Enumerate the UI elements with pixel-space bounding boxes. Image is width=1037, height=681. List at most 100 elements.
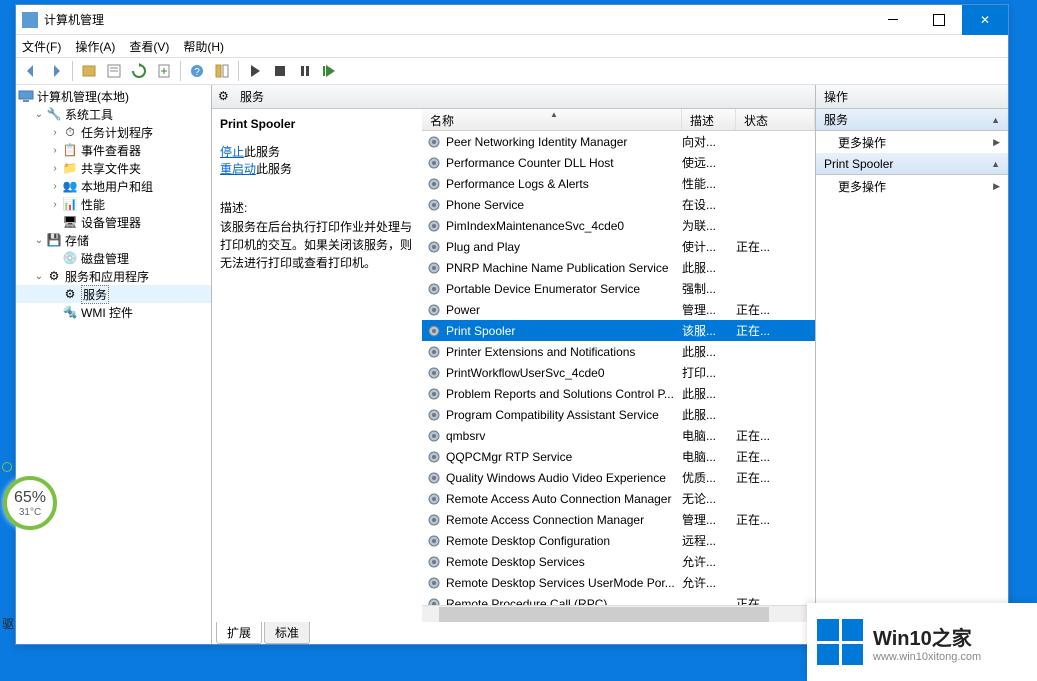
expand-icon[interactable]: › — [48, 163, 62, 174]
column-status[interactable]: 状态 — [736, 109, 815, 130]
service-row[interactable]: Performance Logs & Alerts性能... — [422, 173, 815, 194]
expand-icon[interactable]: › — [48, 181, 62, 192]
service-desc: 无论... — [682, 490, 736, 507]
gear-icon — [426, 449, 442, 465]
service-row[interactable]: Portable Device Enumerator Service强制... — [422, 278, 815, 299]
tree-system-tools[interactable]: ⌄🔧系统工具 — [16, 105, 211, 123]
service-row[interactable]: Remote Access Connection Manager管理...正在.… — [422, 509, 815, 530]
service-title: Print Spooler — [220, 117, 414, 131]
menu-view[interactable]: 查看(V) — [129, 38, 169, 55]
export-button[interactable] — [153, 60, 175, 82]
service-row[interactable]: Print Spooler该服...正在... — [422, 320, 815, 341]
service-row[interactable]: QQPCMgr RTP Service电脑...正在... — [422, 446, 815, 467]
service-name: Print Spooler — [446, 324, 515, 338]
service-row[interactable]: Remote Desktop Services UserMode Por...允… — [422, 572, 815, 593]
collapse-icon[interactable]: ⌄ — [32, 271, 46, 282]
tab-extended[interactable]: 扩展 — [216, 622, 262, 644]
stop-service-link[interactable]: 停止 — [220, 145, 244, 159]
service-row[interactable]: PimIndexMaintenanceSvc_4cde0为联... — [422, 215, 815, 236]
refresh-button[interactable] — [128, 60, 150, 82]
computer-management-window: 计算机管理 文件(F) 操作(A) 查看(V) 帮助(H) ? 计算机管理(本地… — [15, 4, 1009, 645]
tree-services-apps[interactable]: ⌄⚙服务和应用程序 — [16, 267, 211, 285]
service-row[interactable]: Program Compatibility Assistant Service此… — [422, 404, 815, 425]
scrollbar-thumb[interactable] — [439, 607, 769, 622]
service-name: Printer Extensions and Notifications — [446, 345, 635, 359]
list-body[interactable]: Peer Networking Identity Manager向对...Per… — [422, 131, 815, 605]
tab-standard[interactable]: 标准 — [264, 622, 310, 644]
share-icon: 📁 — [62, 160, 78, 176]
tree-pane[interactable]: 计算机管理(本地) ⌄🔧系统工具 ›⏱任务计划程序 ›📋事件查看器 ›📁共享文件… — [16, 85, 212, 644]
maximize-button[interactable] — [916, 5, 962, 35]
wmi-icon: 🔩 — [62, 304, 78, 320]
nav-back-button[interactable] — [20, 60, 42, 82]
service-row[interactable]: Printer Extensions and Notifications此服..… — [422, 341, 815, 362]
storage-icon: 💾 — [46, 232, 62, 248]
restart-service-link[interactable]: 重启动 — [220, 162, 256, 176]
service-row[interactable]: Remote Access Auto Connection Manager无论.… — [422, 488, 815, 509]
tree-event-viewer[interactable]: ›📋事件查看器 — [16, 141, 211, 159]
properties-button[interactable] — [103, 60, 125, 82]
gear-icon: ⚙ — [218, 89, 234, 105]
tree-local-users[interactable]: ›👥本地用户和组 — [16, 177, 211, 195]
gear-icon — [426, 596, 442, 606]
pause-service-button[interactable] — [294, 60, 316, 82]
restart-service-button[interactable] — [319, 60, 341, 82]
service-row[interactable]: Problem Reports and Solutions Control P.… — [422, 383, 815, 404]
collapse-icon[interactable]: ⌄ — [32, 109, 46, 120]
column-desc[interactable]: 描述 — [682, 109, 736, 130]
nav-forward-button[interactable] — [45, 60, 67, 82]
service-row[interactable]: Plug and Play使计...正在... — [422, 236, 815, 257]
expand-icon[interactable]: › — [48, 145, 62, 156]
actions-more-print-spooler[interactable]: 更多操作▶ — [816, 175, 1008, 197]
gear-icon — [426, 239, 442, 255]
menu-file[interactable]: 文件(F) — [22, 38, 61, 55]
menu-help[interactable]: 帮助(H) — [183, 38, 224, 55]
service-row[interactable]: Peer Networking Identity Manager向对... — [422, 131, 815, 152]
tree-task-scheduler[interactable]: ›⏱任务计划程序 — [16, 123, 211, 141]
service-row[interactable]: Performance Counter DLL Host使远... — [422, 152, 815, 173]
expand-icon[interactable]: › — [48, 127, 62, 138]
service-row[interactable]: Quality Windows Audio Video Experience优质… — [422, 467, 815, 488]
tree-disk-management[interactable]: 💿磁盘管理 — [16, 249, 211, 267]
start-service-button[interactable] — [244, 60, 266, 82]
service-row[interactable]: PNRP Machine Name Publication Service此服.… — [422, 257, 815, 278]
windows-logo-icon — [817, 619, 863, 665]
toolbar-separator — [180, 61, 181, 81]
expand-icon[interactable]: › — [48, 199, 62, 210]
toolbar-separator — [72, 61, 73, 81]
tree-performance[interactable]: ›📊性能 — [16, 195, 211, 213]
close-button[interactable] — [962, 5, 1008, 35]
show-hide-button[interactable] — [211, 60, 233, 82]
cpu-widget[interactable]: 65% 31°C — [3, 476, 57, 530]
collapse-icon[interactable]: ⌄ — [32, 235, 46, 246]
service-name: Remote Desktop Services — [446, 555, 585, 569]
service-row[interactable]: Remote Desktop Configuration远程... — [422, 530, 815, 551]
tree-shared-folders[interactable]: ›📁共享文件夹 — [16, 159, 211, 177]
service-status: 正在... — [736, 511, 815, 528]
up-button[interactable] — [78, 60, 100, 82]
actions-more-services[interactable]: 更多操作▶ — [816, 131, 1008, 153]
service-row[interactable]: Power管理...正在... — [422, 299, 815, 320]
service-row[interactable]: qmbsrv电脑...正在... — [422, 425, 815, 446]
service-row[interactable]: Remote Procedure Call (RPC)正在... — [422, 593, 815, 605]
stop-service-button[interactable] — [269, 60, 291, 82]
menu-action[interactable]: 操作(A) — [75, 38, 115, 55]
tree-services[interactable]: ⚙服务 — [16, 285, 211, 303]
tree-root[interactable]: 计算机管理(本地) — [16, 87, 211, 105]
help-button[interactable]: ? — [186, 60, 208, 82]
minimize-button[interactable] — [870, 5, 916, 35]
service-row[interactable]: Phone Service在设... — [422, 194, 815, 215]
services-header: ⚙ 服务 — [212, 85, 815, 109]
horizontal-scrollbar[interactable] — [422, 605, 815, 622]
gear-icon — [426, 407, 442, 423]
tree-device-manager[interactable]: 🖥设备管理器 — [16, 213, 211, 231]
tree-wmi[interactable]: 🔩WMI 控件 — [16, 303, 211, 321]
actions-section-services[interactable]: 服务▲ — [816, 109, 1008, 131]
service-row[interactable]: PrintWorkflowUserSvc_4cde0打印... — [422, 362, 815, 383]
tree-storage[interactable]: ⌄💾存储 — [16, 231, 211, 249]
service-row[interactable]: Remote Desktop Services允许... — [422, 551, 815, 572]
actions-section-print-spooler[interactable]: Print Spooler▲ — [816, 153, 1008, 175]
gear-icon — [426, 260, 442, 276]
list-header[interactable]: 名称 描述 状态 ▲ — [422, 109, 815, 131]
menubar: 文件(F) 操作(A) 查看(V) 帮助(H) — [16, 35, 1008, 57]
